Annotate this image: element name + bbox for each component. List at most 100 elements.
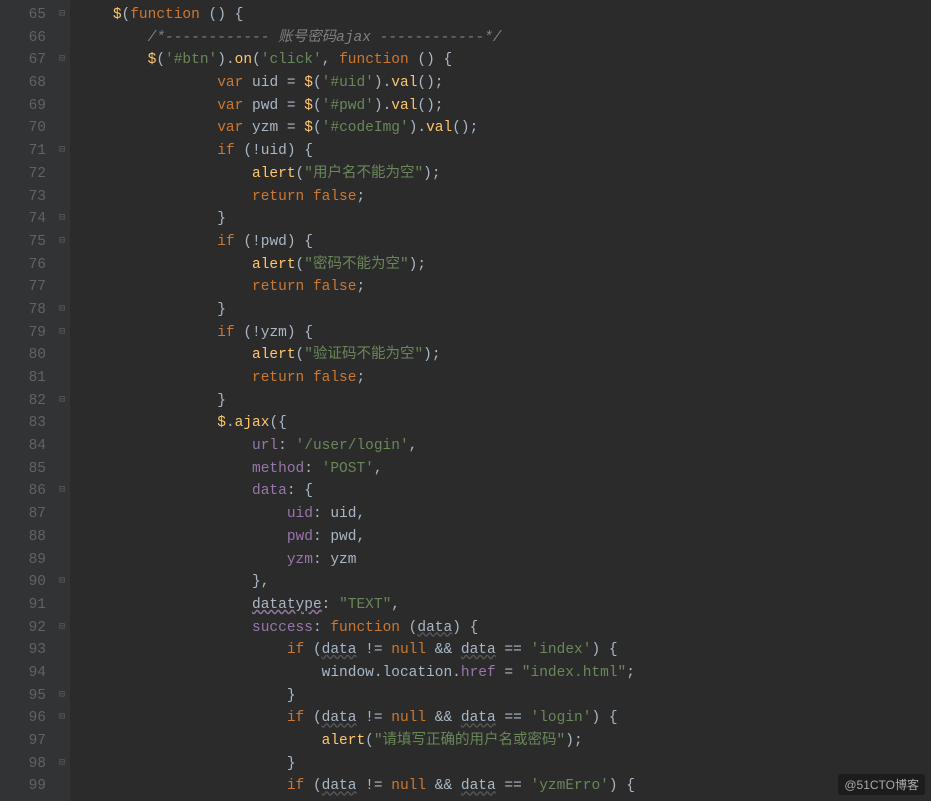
fold-marker[interactable]: ⊟ (54, 49, 70, 72)
line-number: 65 (0, 4, 46, 27)
code-line[interactable]: return false; (78, 367, 931, 390)
fold-marker (54, 662, 70, 685)
fold-marker[interactable]: ⊟ (54, 571, 70, 594)
code-line[interactable]: } (78, 753, 931, 776)
fold-marker[interactable]: ⊟ (54, 480, 70, 503)
code-line[interactable]: data: { (78, 480, 931, 503)
code-line[interactable]: }, (78, 571, 931, 594)
code-line[interactable]: /*------------ 账号密码ajax ------------*/ (78, 27, 931, 50)
line-number: 97 (0, 730, 46, 753)
code-line[interactable]: var yzm = $('#codeImg').val(); (78, 117, 931, 140)
line-number: 91 (0, 594, 46, 617)
line-number: 70 (0, 117, 46, 140)
fold-marker[interactable]: ⊟ (54, 707, 70, 730)
code-line[interactable]: $(function () { (78, 4, 931, 27)
fold-marker (54, 163, 70, 186)
line-number: 76 (0, 254, 46, 277)
fold-marker (54, 412, 70, 435)
line-number: 89 (0, 549, 46, 572)
fold-marker (54, 254, 70, 277)
fold-marker (54, 730, 70, 753)
code-line[interactable]: var uid = $('#uid').val(); (78, 72, 931, 95)
line-number: 99 (0, 775, 46, 798)
line-number: 92 (0, 617, 46, 640)
fold-marker[interactable]: ⊟ (54, 617, 70, 640)
watermark: @51CTO博客 (838, 774, 925, 795)
code-line[interactable]: if (!yzm) { (78, 322, 931, 345)
line-number: 77 (0, 276, 46, 299)
code-line[interactable]: if (!uid) { (78, 140, 931, 163)
fold-marker (54, 435, 70, 458)
line-number: 74 (0, 208, 46, 231)
fold-marker (54, 503, 70, 526)
code-line[interactable]: alert("用户名不能为空"); (78, 163, 931, 186)
fold-marker[interactable]: ⊟ (54, 208, 70, 231)
code-line[interactable]: if (data != null && data == 'yzmErro') { (78, 775, 931, 798)
code-line[interactable]: } (78, 208, 931, 231)
code-line[interactable]: return false; (78, 276, 931, 299)
code-line[interactable]: if (data != null && data == 'login') { (78, 707, 931, 730)
fold-marker (54, 276, 70, 299)
fold-marker (54, 186, 70, 209)
code-line[interactable]: method: 'POST', (78, 458, 931, 481)
line-number: 78 (0, 299, 46, 322)
code-line[interactable]: if (data != null && data == 'index') { (78, 639, 931, 662)
code-line[interactable]: if (!pwd) { (78, 231, 931, 254)
code-line[interactable]: success: function (data) { (78, 617, 931, 640)
line-number: 68 (0, 72, 46, 95)
line-number: 96 (0, 707, 46, 730)
fold-marker (54, 458, 70, 481)
code-editor[interactable]: 6566676869707172737475767778798081828384… (0, 0, 931, 801)
line-number: 95 (0, 685, 46, 708)
code-line[interactable]: uid: uid, (78, 503, 931, 526)
code-line[interactable]: } (78, 390, 931, 413)
fold-marker[interactable]: ⊟ (54, 753, 70, 776)
fold-marker (54, 72, 70, 95)
code-line[interactable]: alert("请填写正确的用户名或密码"); (78, 730, 931, 753)
fold-marker (54, 775, 70, 798)
fold-marker[interactable]: ⊟ (54, 322, 70, 345)
fold-marker (54, 27, 70, 50)
line-number: 75 (0, 231, 46, 254)
line-number: 85 (0, 458, 46, 481)
code-line[interactable]: } (78, 685, 931, 708)
code-line[interactable]: return false; (78, 186, 931, 209)
fold-marker (54, 344, 70, 367)
line-number: 72 (0, 163, 46, 186)
line-number: 73 (0, 186, 46, 209)
line-number: 82 (0, 390, 46, 413)
code-line[interactable]: pwd: pwd, (78, 526, 931, 549)
fold-marker (54, 526, 70, 549)
code-line[interactable]: $('#btn').on('click', function () { (78, 49, 931, 72)
code-line[interactable]: alert("密码不能为空"); (78, 254, 931, 277)
code-line[interactable]: $.ajax({ (78, 412, 931, 435)
line-number: 90 (0, 571, 46, 594)
fold-marker[interactable]: ⊟ (54, 231, 70, 254)
code-line[interactable]: yzm: yzm (78, 549, 931, 572)
fold-marker (54, 594, 70, 617)
fold-marker[interactable]: ⊟ (54, 4, 70, 27)
code-line[interactable]: window.location.href = "index.html"; (78, 662, 931, 685)
fold-marker (54, 367, 70, 390)
line-number: 81 (0, 367, 46, 390)
code-line[interactable]: } (78, 299, 931, 322)
line-number: 67 (0, 49, 46, 72)
line-number: 69 (0, 95, 46, 118)
line-number: 87 (0, 503, 46, 526)
fold-marker (54, 117, 70, 140)
fold-marker (54, 549, 70, 572)
fold-marker[interactable]: ⊟ (54, 299, 70, 322)
fold-marker[interactable]: ⊟ (54, 140, 70, 163)
line-number: 86 (0, 480, 46, 503)
fold-marker[interactable]: ⊟ (54, 390, 70, 413)
line-number: 83 (0, 412, 46, 435)
code-area[interactable]: $(function () { /*------------ 账号密码ajax … (70, 0, 931, 801)
code-line[interactable]: datatype: "TEXT", (78, 594, 931, 617)
fold-marker[interactable]: ⊟ (54, 685, 70, 708)
line-number: 80 (0, 344, 46, 367)
line-number: 79 (0, 322, 46, 345)
fold-gutter[interactable]: ⊟⊟⊟⊟⊟⊟⊟⊟⊟⊟⊟⊟⊟⊟ (54, 0, 70, 801)
code-line[interactable]: var pwd = $('#pwd').val(); (78, 95, 931, 118)
code-line[interactable]: alert("验证码不能为空"); (78, 344, 931, 367)
code-line[interactable]: url: '/user/login', (78, 435, 931, 458)
